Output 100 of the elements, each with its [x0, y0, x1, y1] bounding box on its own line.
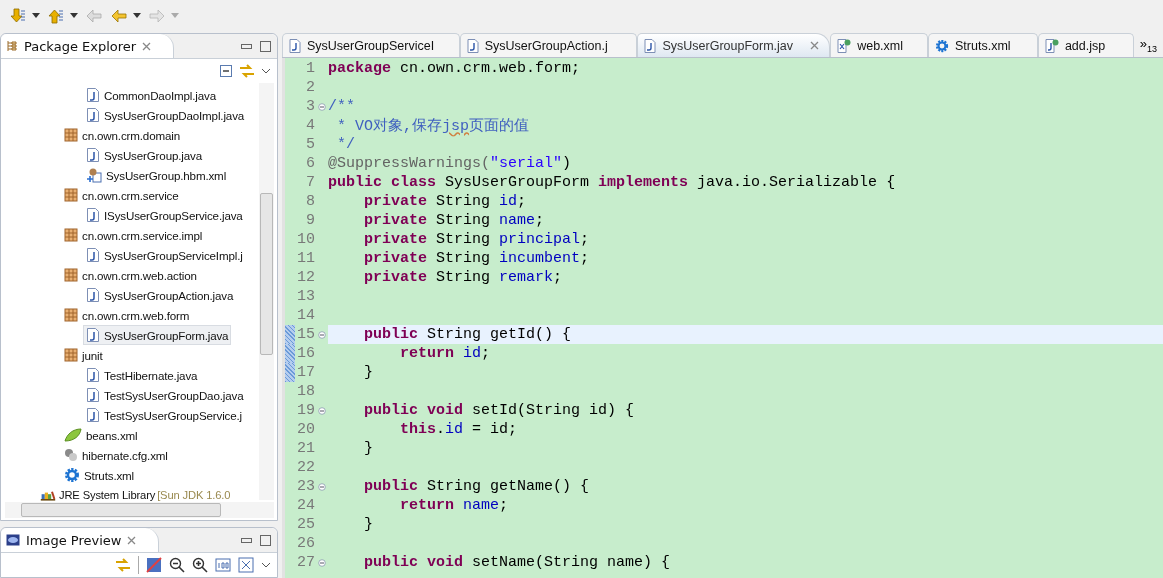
tree-item[interactable]: hibernate.cfg.xml: [61, 446, 171, 464]
code-line: public String getId() {: [363, 326, 572, 343]
view-tab[interactable]: Image Preview: [1, 528, 160, 552]
java-file-icon: [86, 107, 100, 123]
gear-icon: [935, 38, 950, 53]
line-number: 22: [296, 459, 315, 476]
close-icon[interactable]: [810, 41, 820, 50]
close-icon[interactable]: [127, 535, 137, 545]
minimize-icon[interactable]: [241, 537, 252, 543]
maximize-icon[interactable]: [260, 40, 271, 52]
collapse-all-icon[interactable]: [219, 64, 233, 78]
code-line: return name;: [399, 497, 509, 514]
view-menu-icon[interactable]: [261, 562, 271, 568]
java-file-icon: [86, 407, 100, 423]
tree-item[interactable]: cn.own.crm.domain: [61, 126, 183, 144]
more-tabs-button[interactable]: »$_{13}$: [1133, 33, 1163, 57]
tree-item[interactable]: SysUserGroup.hbm.xml: [83, 165, 230, 185]
zoom-out-icon[interactable]: [169, 557, 185, 573]
view-tab[interactable]: Package Explorer: [1, 34, 175, 58]
tree-item[interactable]: TestHibernate.java: [83, 365, 201, 385]
editor-tab[interactable]: SysUserGroupServiceI: [282, 33, 460, 57]
line-number: 27: [296, 554, 315, 571]
actual-size-icon[interactable]: [215, 557, 231, 573]
tree-item[interactable]: TestSysUserGroupDao.java: [83, 385, 247, 405]
tree-item[interactable]: cn.own.crm.web.form: [61, 306, 193, 324]
view-title: Package Explorer: [24, 38, 137, 54]
tree-item[interactable]: ISysUserGroupService.java: [83, 205, 246, 225]
horizontal-scrollbar[interactable]: [5, 502, 274, 518]
package-icon: [64, 308, 78, 322]
line-number: 7: [305, 174, 315, 191]
java-file-icon: [86, 147, 100, 163]
tree-item-label: beans.xml: [86, 428, 138, 442]
line-number: 15: [296, 326, 315, 343]
line-number: 14: [296, 307, 315, 324]
xml-file-icon: [837, 38, 852, 53]
line-number: 23: [296, 478, 315, 495]
tree-item[interactable]: beans.xml: [61, 426, 141, 444]
tree-item-label: cn.own.crm.service: [82, 188, 179, 202]
line-number: 25: [296, 516, 315, 533]
tree-item-label: SysUserGroup.hbm.xml: [106, 168, 227, 182]
java-file-icon: [86, 287, 100, 303]
tree-item[interactable]: SysUserGroup.java: [83, 145, 205, 165]
tree-item[interactable]: junit: [61, 346, 106, 364]
fit-window-icon[interactable]: [238, 557, 254, 573]
editor-tab[interactable]: Struts.xml: [928, 33, 1038, 57]
fold-icon[interactable]: [317, 482, 326, 491]
tree-item[interactable]: cn.own.crm.web.action: [61, 266, 200, 284]
code-line: public void setId(String id) {: [363, 402, 635, 419]
view-menu-icon[interactable]: [261, 68, 271, 74]
tree-item[interactable]: SysUserGroupAction.java: [83, 285, 237, 305]
tree-item[interactable]: SysUserGroupDaoImpl.java: [83, 105, 248, 125]
tree-item[interactable]: cn.own.crm.service.impl: [61, 226, 206, 244]
code-line: * VO对象,保存jsp页面的值: [336, 116, 530, 135]
tree-item-label: hibernate.cfg.xml: [82, 448, 168, 462]
code-line: private String name;: [363, 212, 545, 229]
dropdown-caret-icon: [32, 13, 40, 18]
editor-tab[interactable]: SysUserGroupForm.jav: [637, 33, 831, 57]
maximize-icon[interactable]: [260, 534, 271, 546]
editor-tab[interactable]: web.xml: [830, 33, 929, 57]
code-line: public void setName(String name) {: [363, 554, 671, 571]
editor-tab[interactable]: SysUserGroupAction.j: [459, 33, 638, 57]
fold-icon[interactable]: [317, 330, 326, 339]
minimize-icon[interactable]: [241, 43, 252, 49]
package-icon: [64, 128, 78, 142]
jsp-file-icon: [1044, 38, 1059, 53]
line-number: 12: [296, 269, 315, 286]
code-line: public class SysUserGroupForm implements java.io.Serializable {: [328, 174, 896, 191]
fold-icon[interactable]: [317, 102, 326, 111]
code-line: package cn.own.crm.web.form;: [328, 60, 581, 77]
code-line: private String id;: [363, 193, 527, 210]
fold-icon[interactable]: [317, 406, 326, 415]
tree-item-label: cn.own.crm.web.form: [82, 308, 190, 322]
code-line: }: [363, 440, 373, 457]
line-number: 18: [296, 383, 315, 400]
tree-item[interactable]: CommonDaoImpl.java: [83, 85, 219, 105]
tree-item[interactable]: JRE System Library [Sun JDK 1.6.0: [39, 487, 232, 503]
java-file-icon: [86, 327, 100, 343]
editor-tab[interactable]: add.jsp: [1037, 33, 1134, 57]
package-icon: [64, 188, 78, 202]
link-arrows-icon[interactable]: [115, 558, 131, 572]
vertical-scrollbar[interactable]: [259, 83, 274, 500]
zoom-in-icon[interactable]: [192, 557, 208, 573]
tree-item[interactable]: Struts.xml: [61, 465, 138, 485]
link-arrows-icon[interactable]: [239, 64, 255, 78]
close-icon[interactable]: [142, 41, 152, 51]
java-file-icon: [86, 387, 100, 403]
tree-item[interactable]: SysUserGroupServiceImpl.j: [83, 245, 246, 265]
package-icon: [64, 348, 78, 362]
java-file-icon: [86, 367, 100, 383]
code-line: this.id = id;: [399, 421, 518, 438]
tree-item[interactable]: cn.own.crm.service: [61, 186, 182, 204]
line-number: 17: [296, 364, 315, 381]
tree-item[interactable]: TestSysUserGroupService.j: [83, 405, 245, 425]
gear-icon: [64, 467, 80, 483]
line-number: 20: [296, 421, 315, 438]
arrow-icon: [9, 6, 27, 25]
fold-icon[interactable]: [317, 558, 326, 567]
line-number: 21: [296, 440, 315, 457]
tree-item-label: junit: [82, 348, 103, 362]
tree-item[interactable]: SysUserGroupForm.java: [83, 325, 232, 345]
